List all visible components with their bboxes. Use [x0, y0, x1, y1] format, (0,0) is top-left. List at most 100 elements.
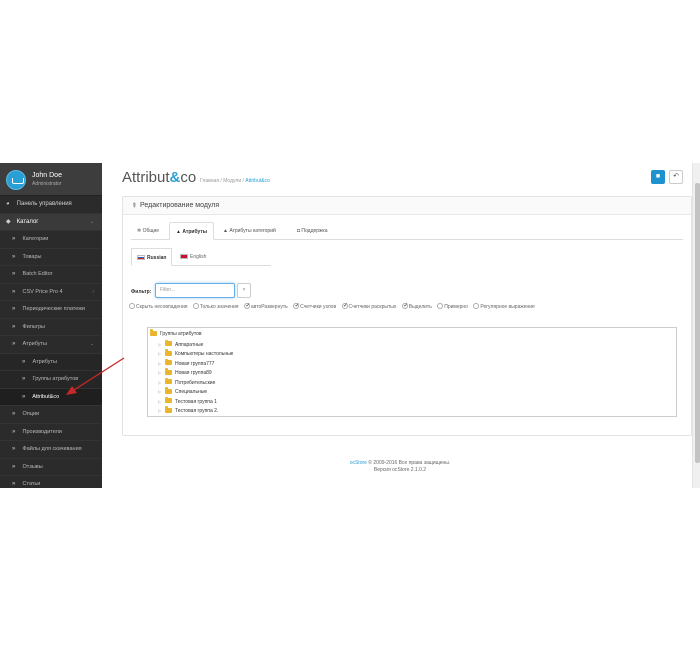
tree-node-label: Новая группа777	[175, 360, 215, 367]
sidebar-subitem-attributes[interactable]: » Атрибуты	[0, 353, 102, 371]
checkbox[interactable]	[341, 302, 348, 309]
edit-module-panel: ✎ Редактирование модуля ✲ Общие ▲ Атрибут…	[122, 196, 692, 436]
filter-input[interactable]: Filter...	[155, 283, 235, 298]
tree-node-label: Тестовая группа 2.	[175, 408, 219, 414]
expand-arrow-icon[interactable]: ▷	[158, 359, 165, 369]
checkbox[interactable]	[401, 302, 408, 309]
checkbox[interactable]	[129, 303, 135, 309]
sidebar-item-label: CSV Price Pro 4	[22, 288, 63, 295]
checkbox[interactable]	[293, 302, 300, 309]
option-expanded-counters[interactable]: Счетчики раскрытых	[341, 302, 396, 310]
sidebar-item-filters[interactable]: » Фильтры	[0, 319, 102, 336]
tree-options: Скрыть несовпадения Только значения авто…	[129, 302, 539, 313]
double-chevron-icon: »	[12, 428, 16, 435]
tree-node[interactable]: ▷ Тестовая группа 1	[158, 396, 217, 407]
double-chevron-icon: »	[12, 271, 16, 277]
sidebar-subitem-attribute-groups[interactable]: » Группы атрибутов	[0, 371, 102, 389]
option-label: Регулярное выражение	[480, 304, 535, 310]
vertical-scrollbar[interactable]	[692, 163, 700, 488]
tab-label: Russian	[147, 255, 167, 261]
sidebar-item-label: Производители	[22, 428, 62, 435]
option-auto-expand[interactable]: автоРазвернуть	[243, 302, 288, 310]
expand-arrow-icon[interactable]: ▷	[158, 387, 165, 397]
sidebar-item-label: Периодические платежи	[22, 306, 85, 312]
save-button[interactable]: ■	[651, 170, 665, 184]
panel-heading-text: Редактирование модуля	[140, 202, 220, 209]
filter-clear-button[interactable]: ×	[237, 283, 251, 298]
sidebar-item-downloads[interactable]: » Файлы для скачивания	[0, 441, 102, 459]
user-profile[interactable]: John Doe Administrator	[0, 163, 102, 196]
sidebar-item-label: Batch Editor	[22, 271, 53, 277]
sidebar-item-batch-editor[interactable]: » Batch Editor	[0, 266, 102, 284]
sidebar-item-catalog[interactable]: ◆ Каталог ⌄	[0, 213, 102, 231]
checkbox[interactable]	[437, 303, 444, 309]
option-highlight[interactable]: Выделить	[401, 302, 432, 310]
tags-icon: ◆	[6, 218, 11, 225]
tab-lang-russian[interactable]: Russian	[131, 248, 173, 266]
sidebar-item-label: Группы атрибутов	[32, 376, 79, 382]
chevron-down-icon: ⌄	[89, 218, 94, 225]
double-chevron-icon: »	[12, 323, 16, 330]
uk-flag-icon	[180, 253, 188, 259]
expand-arrow-icon[interactable]: ▷	[158, 397, 165, 407]
expand-arrow-icon[interactable]: ▷	[158, 378, 165, 388]
folder-icon	[165, 339, 172, 346]
tab-general[interactable]: ✲ Общие	[131, 222, 165, 240]
option-label: Выделить	[408, 304, 432, 310]
tree-node[interactable]: ▷ Компьютеры настольные	[158, 349, 233, 359]
double-chevron-icon: »	[12, 236, 16, 242]
sidebar-item-products[interactable]: » Товары	[0, 249, 102, 266]
tree-root[interactable]: Группы атрибутов	[150, 329, 202, 340]
sidebar-item-categories[interactable]: » Категории	[0, 231, 102, 249]
breadcrumb-home[interactable]: Главная	[200, 178, 219, 184]
tab-lang-english[interactable]: English	[175, 248, 211, 266]
option-values-only[interactable]: Только значения	[192, 303, 239, 310]
dashboard-icon: ◕	[6, 201, 10, 207]
tree-node[interactable]: ▷ Тестовая группа 2.	[158, 406, 218, 416]
sidebar-item-dashboard[interactable]: ◕ Панель управления	[0, 196, 102, 214]
footer-brand-link[interactable]: ocStore	[350, 460, 367, 466]
sidebar-item-recurring[interactable]: » Периодические платежи	[0, 301, 102, 319]
breadcrumb-current[interactable]: Attribut&co	[245, 178, 269, 184]
breadcrumb-modules[interactable]: Модули	[223, 178, 241, 184]
tree-node[interactable]: ▷ Новая группа89	[158, 368, 212, 378]
cogs-icon: ✲	[137, 228, 142, 234]
tab-label: Общие	[142, 228, 160, 234]
sidebar-subitem-attributco[interactable]: » Attribut&co	[0, 388, 102, 406]
tab-category-attributes[interactable]: ▲ Атрибуты категорий	[217, 222, 282, 240]
expand-arrow-icon[interactable]: ▷	[158, 349, 165, 359]
tree-node[interactable]: ▷ Аппаратные	[158, 339, 203, 350]
sidebar-item-manufacturers[interactable]: » Производители	[0, 424, 102, 441]
scrollbar-thumb[interactable]	[694, 183, 700, 463]
breadcrumb: Главная / Модули / Attribut&co	[200, 178, 270, 184]
sidebar-item-label: Панель управления	[16, 201, 72, 207]
double-chevron-icon: »	[12, 253, 16, 260]
expand-arrow-icon[interactable]: ▷	[158, 406, 165, 416]
checkbox[interactable]	[243, 302, 250, 309]
tab-attributes[interactable]: ▲ Атрибуты	[169, 222, 215, 240]
attribute-tree: Группы атрибутов ▷ Аппаратные ▷ Компьютеры…	[147, 327, 677, 417]
page-title: Attribut&co	[122, 169, 196, 186]
sidebar-item-label: Каталог	[16, 218, 39, 225]
tab-support[interactable]: ◘ Поддержка	[291, 222, 334, 240]
checkbox[interactable]	[192, 303, 199, 309]
expand-arrow-icon[interactable]: ▷	[158, 368, 165, 378]
option-fuzzy[interactable]: Примерно	[437, 303, 468, 310]
tree-node[interactable]: ▷ Потребительские	[158, 377, 215, 388]
back-button[interactable]: ↶	[669, 170, 683, 184]
tree-node[interactable]: ▷ Специальные	[158, 387, 207, 397]
sidebar-item-csv-price-pro[interactable]: » CSV Price Pro 4 ›	[0, 284, 102, 301]
chevron-down-icon: ⌄	[89, 341, 94, 347]
sidebar-item-articles[interactable]: » Статьи	[0, 476, 102, 488]
option-hide-mismatches[interactable]: Скрыть несовпадения	[129, 303, 187, 310]
sidebar-item-label: Статьи	[22, 481, 41, 487]
sidebar-item-options[interactable]: » Опции	[0, 406, 102, 424]
sidebar-item-reviews[interactable]: » Отзывы	[0, 459, 102, 476]
tree-node[interactable]: ▷ Новая группа777	[158, 358, 215, 369]
option-node-counters[interactable]: Счетчики узлов	[293, 302, 336, 310]
main-content: Attribut&co Главная / Модули / Attribut&…	[108, 163, 692, 488]
sidebar-item-attributes[interactable]: » Атрибуты ⌄	[0, 336, 102, 354]
expand-arrow-icon[interactable]: ▷	[158, 340, 165, 350]
option-regex[interactable]: Регулярное выражение	[473, 303, 535, 310]
checkbox[interactable]	[473, 303, 480, 309]
